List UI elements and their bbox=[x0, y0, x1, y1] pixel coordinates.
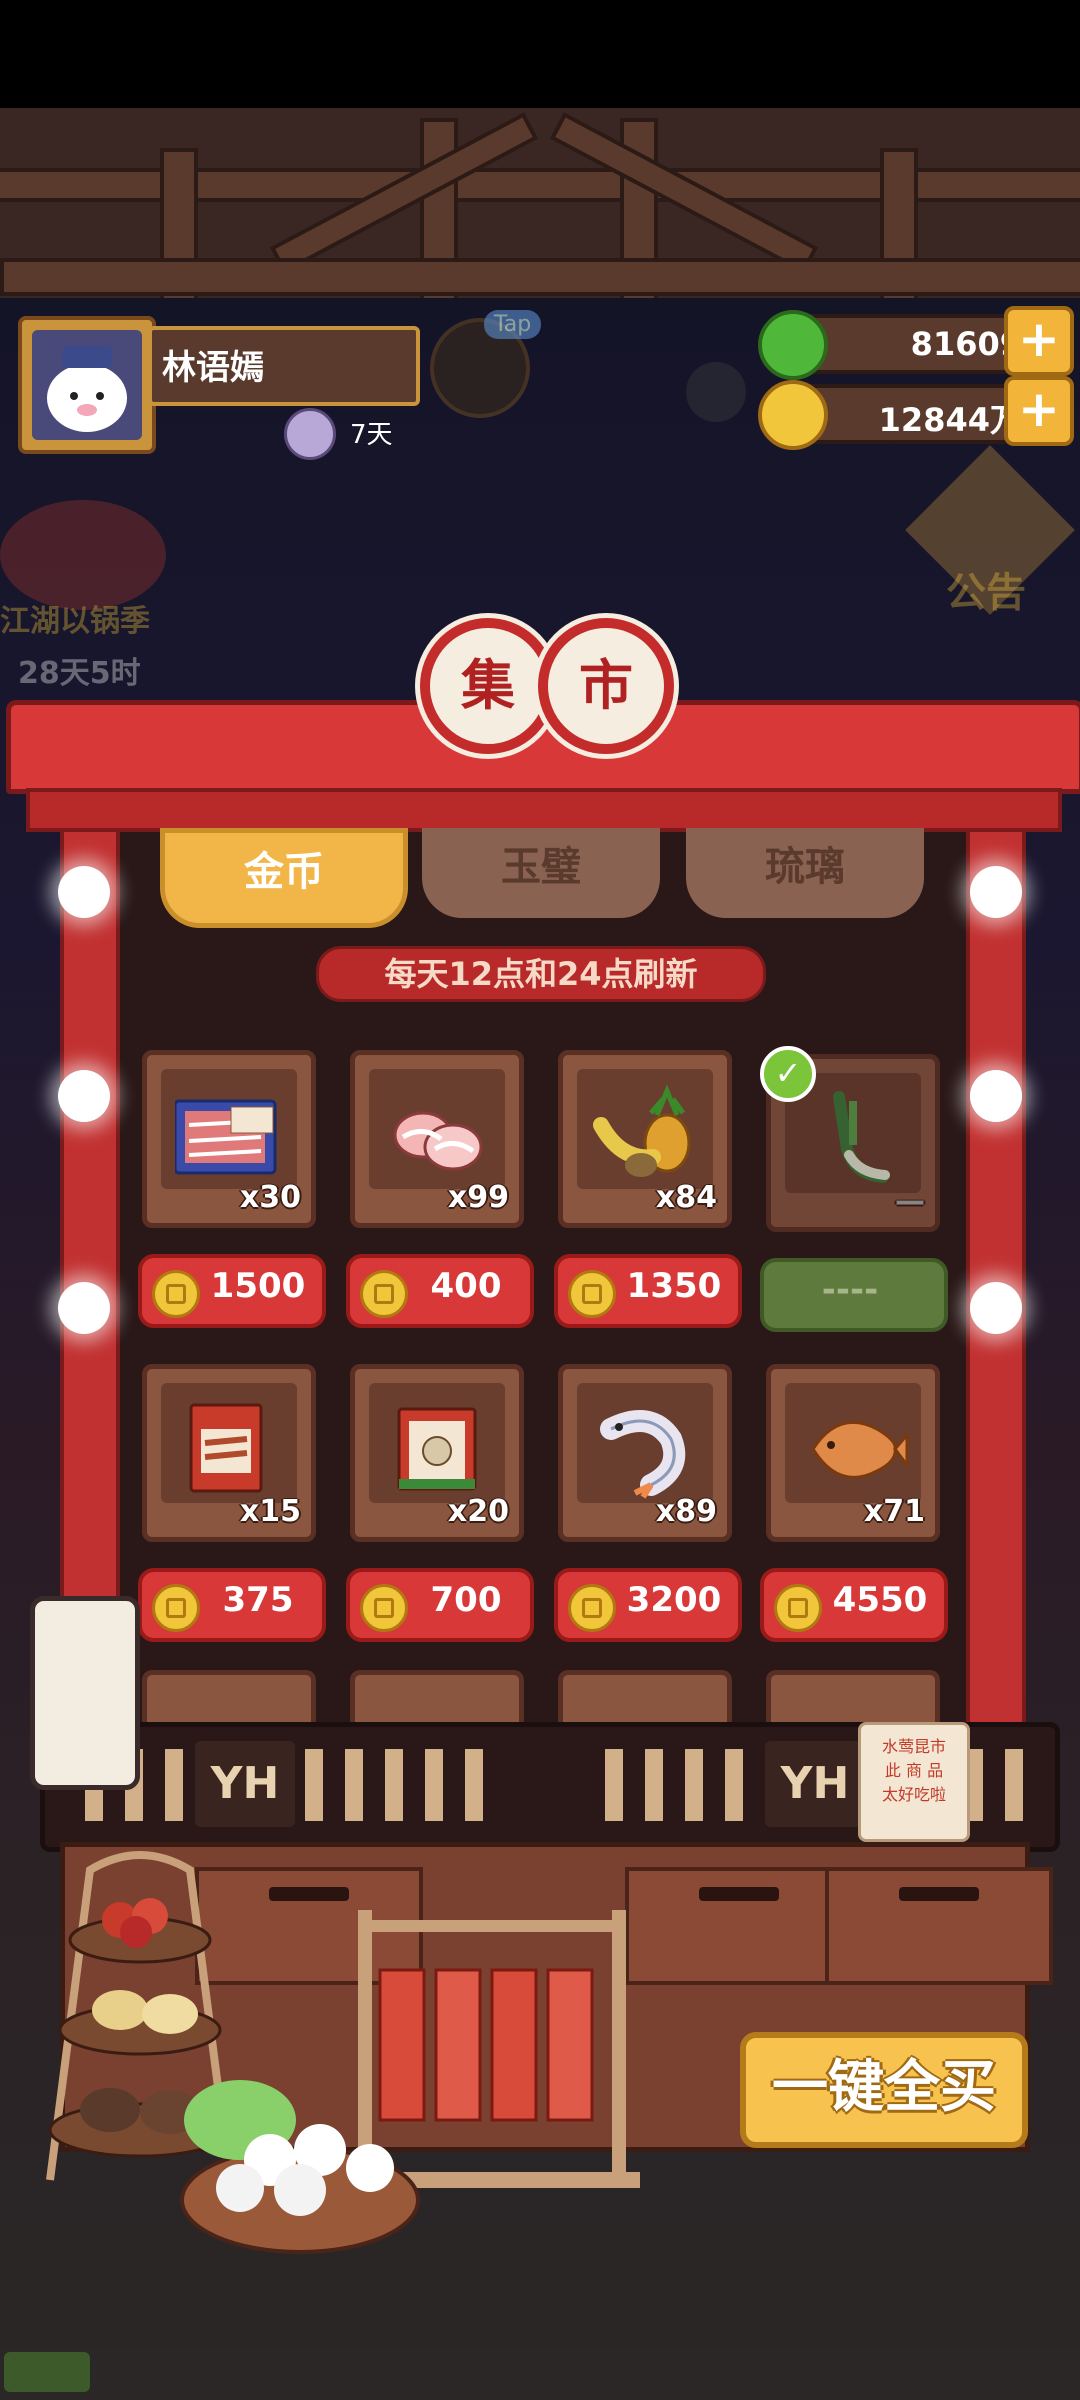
tab-jade[interactable]: 玉璧 bbox=[422, 828, 660, 918]
price-button[interactable]: 4550 bbox=[760, 1568, 948, 1642]
shop-item-shrimp[interactable]: x89 bbox=[558, 1364, 732, 1542]
shop-item-beef-pack[interactable]: x30 bbox=[142, 1050, 316, 1228]
stall-post-left bbox=[60, 820, 120, 1728]
tab-gold-coin[interactable]: 金币 bbox=[160, 828, 408, 928]
sold-out-button: ---- bbox=[760, 1258, 948, 1332]
counter-sign-left: YH bbox=[195, 1741, 295, 1827]
event-timer: 28天5时 bbox=[18, 656, 141, 691]
shrimp-icon bbox=[600, 1410, 686, 1499]
refresh-notice: 每天12点和24点刷新 bbox=[316, 946, 766, 1002]
light-bulb bbox=[970, 1070, 1022, 1122]
floor bbox=[0, 2350, 1080, 2400]
small-round-icon[interactable] bbox=[686, 362, 746, 422]
light-bulb bbox=[58, 1282, 110, 1334]
status-bar bbox=[0, 0, 1080, 108]
beef-pack-icon bbox=[175, 1099, 277, 1175]
item-quantity: x71 bbox=[863, 1494, 925, 1529]
wooden-roof-beams bbox=[0, 108, 1080, 298]
price-value: 3200 bbox=[626, 1580, 722, 1620]
buy-all-button[interactable]: 一键全买 bbox=[740, 2032, 1028, 2148]
event-name: 江湖以锅季 bbox=[0, 604, 150, 639]
stall-post-right bbox=[966, 820, 1026, 1728]
stall-title-char-2: 市 bbox=[538, 618, 674, 754]
fishball-basket bbox=[180, 2080, 420, 2254]
meat-pack-icon bbox=[189, 1403, 263, 1493]
stall-roof-beam bbox=[26, 788, 1062, 832]
jade-currency-bar: 81609 bbox=[792, 314, 1040, 374]
paper-lantern bbox=[30, 1596, 140, 1790]
notice-sign[interactable]: 水莺昆市 此 商 品 太好吃啦 bbox=[858, 1722, 970, 1842]
avatar bbox=[32, 330, 142, 440]
item-quantity: x30 bbox=[239, 1180, 301, 1215]
coin-icon bbox=[360, 1584, 408, 1632]
item-quantity: x89 bbox=[655, 1494, 717, 1529]
buff-avatar-icon[interactable] bbox=[284, 408, 336, 460]
notice-sign-line-2: 此 商 品 bbox=[884, 1761, 944, 1780]
coin-icon bbox=[568, 1584, 616, 1632]
price-button[interactable]: 1500 bbox=[138, 1254, 326, 1328]
price-value: 700 bbox=[430, 1580, 502, 1620]
item-quantity: x20 bbox=[447, 1494, 509, 1529]
player-name: 林语嫣 bbox=[162, 348, 264, 388]
shop-item-partial[interactable] bbox=[766, 1670, 940, 1727]
coin-icon bbox=[568, 1270, 616, 1318]
shop-item-partial[interactable] bbox=[558, 1670, 732, 1727]
tap-label: Tap bbox=[484, 310, 542, 339]
coin-icon bbox=[152, 1584, 200, 1632]
stall-title-char-1: 集 bbox=[420, 618, 556, 754]
shop-item-meat-pack[interactable]: x15 bbox=[142, 1364, 316, 1542]
shop-item-partial[interactable] bbox=[350, 1670, 524, 1727]
light-bulb bbox=[58, 1070, 110, 1122]
fish-cake-icon bbox=[811, 1420, 909, 1479]
item-quantity: x84 bbox=[655, 1180, 717, 1215]
price-button[interactable]: 375 bbox=[138, 1568, 326, 1642]
item-quantity: x99 bbox=[447, 1180, 509, 1215]
light-bulb bbox=[970, 866, 1022, 918]
pork-slices-icon bbox=[393, 1111, 483, 1171]
coin-icon bbox=[774, 1584, 822, 1632]
shop-item-gongwan-bag[interactable]: x20 bbox=[350, 1364, 524, 1542]
price-value: ---- bbox=[821, 1270, 879, 1310]
price-value: 4550 bbox=[832, 1580, 928, 1620]
light-bulb bbox=[970, 1282, 1022, 1334]
gold-coin-icon bbox=[758, 380, 828, 450]
gongwan-bag-icon bbox=[397, 1407, 477, 1491]
item-quantity: x15 bbox=[239, 1494, 301, 1529]
green-onion-icon bbox=[833, 1091, 890, 1183]
price-value: 375 bbox=[222, 1580, 294, 1620]
price-value: 1350 bbox=[626, 1266, 722, 1306]
shop-item-pork-slices[interactable]: x99 bbox=[350, 1050, 524, 1228]
price-button[interactable]: 3200 bbox=[554, 1568, 742, 1642]
notice-label: 公告 bbox=[946, 570, 1026, 616]
check-icon: ✓ bbox=[760, 1046, 816, 1102]
gold-currency-value: 12844万 bbox=[878, 401, 1022, 439]
fruit-bundle-icon bbox=[593, 1085, 691, 1177]
notice-sign-line-1: 水莺昆市 bbox=[881, 1737, 946, 1756]
jade-apple-icon bbox=[758, 310, 828, 380]
price-value: 400 bbox=[430, 1266, 502, 1306]
light-bulb bbox=[58, 866, 110, 918]
item-quantity: — bbox=[895, 1184, 925, 1219]
tab-glaze[interactable]: 琉璃 bbox=[686, 828, 924, 918]
price-button[interactable]: 700 bbox=[346, 1568, 534, 1642]
price-value: 1500 bbox=[210, 1266, 306, 1306]
counter-sign-right: YH bbox=[765, 1741, 865, 1827]
notice-sign-line-3: 太好吃啦 bbox=[881, 1785, 946, 1804]
player-avatar-button[interactable] bbox=[18, 316, 156, 454]
coin-icon bbox=[152, 1270, 200, 1318]
add-gold-button[interactable]: + bbox=[1004, 376, 1074, 446]
price-button[interactable]: 400 bbox=[346, 1254, 534, 1328]
price-button[interactable]: 1350 bbox=[554, 1254, 742, 1328]
shop-item-fish-cake[interactable]: x71 bbox=[766, 1364, 940, 1542]
corner-toggle-button[interactable] bbox=[4, 2352, 90, 2392]
buff-days-label: 7天 bbox=[350, 420, 393, 450]
event-icon[interactable] bbox=[0, 500, 166, 610]
gold-currency-bar: 12844万 bbox=[792, 384, 1040, 444]
shop-item-partial[interactable] bbox=[142, 1670, 316, 1727]
add-jade-button[interactable]: + bbox=[1004, 306, 1074, 376]
player-name-plate[interactable]: 林语嫣 bbox=[148, 326, 420, 406]
coin-icon bbox=[360, 1270, 408, 1318]
shop-item-fruit-bundle[interactable]: x84 bbox=[558, 1050, 732, 1228]
